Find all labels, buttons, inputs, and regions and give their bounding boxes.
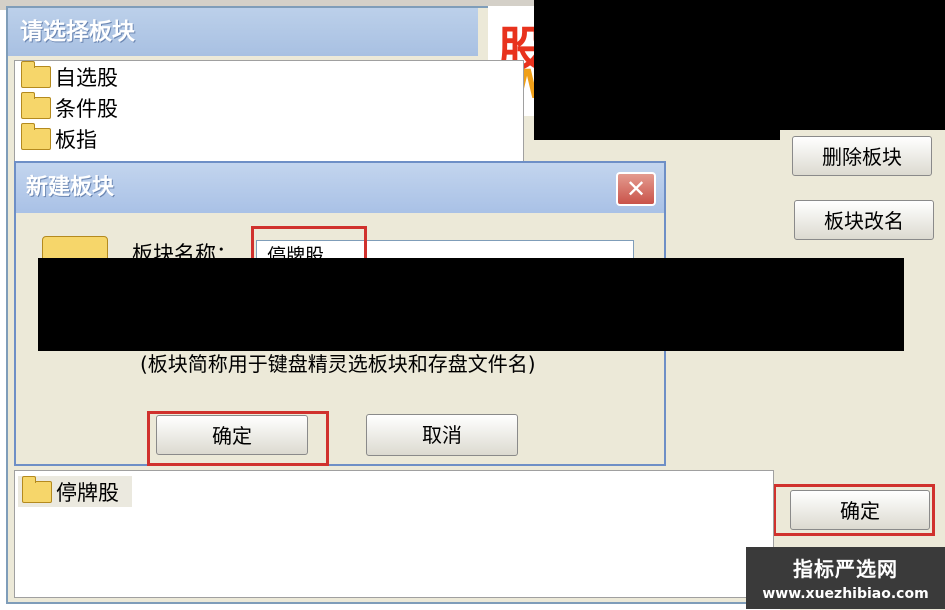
folder-icon (21, 91, 51, 119)
board-tree: 自选股 条件股 板指 (14, 60, 524, 162)
outer-ok-button[interactable]: 确定 (790, 490, 930, 530)
board-name-hint: (板块简称用于键盘精灵选板块和存盘文件名) (140, 352, 536, 376)
delete-board-button[interactable]: 删除板块 (792, 136, 932, 176)
tree-item-label: 条件股 (55, 96, 118, 121)
redaction-block (38, 258, 904, 351)
folder-icon (21, 60, 51, 88)
highlight-frame (251, 226, 367, 260)
rename-board-button[interactable]: 板块改名 (794, 200, 934, 240)
new-board-cancel-button[interactable]: 取消 (366, 414, 518, 456)
close-icon[interactable]: ✕ (616, 172, 656, 206)
redaction-block (534, 0, 945, 140)
new-board-dialog-title: 新建板块 (16, 163, 664, 213)
folder-icon (22, 475, 52, 503)
tree-item-label: 自选股 (55, 65, 118, 90)
select-board-dialog-title: 请选择板块 (8, 8, 478, 56)
list-item-label: 停牌股 (56, 480, 119, 505)
tree-item-tiaojiangu[interactable]: 条件股 (15, 91, 523, 123)
tree-item-zixuangu[interactable]: 自选股 (15, 60, 523, 92)
list-item[interactable]: 停牌股 (18, 475, 132, 507)
tree-item-banzhi[interactable]: 板指 (15, 122, 523, 154)
watermark: 指标严选网 www.xuezhibiao.com (746, 547, 945, 609)
new-board-ok-button[interactable]: 确定 (156, 415, 308, 455)
tree-item-label: 板指 (55, 127, 97, 152)
watermark-url: www.xuezhibiao.com (762, 586, 929, 602)
folder-icon (21, 122, 51, 150)
watermark-title: 指标严选网 (793, 557, 898, 581)
